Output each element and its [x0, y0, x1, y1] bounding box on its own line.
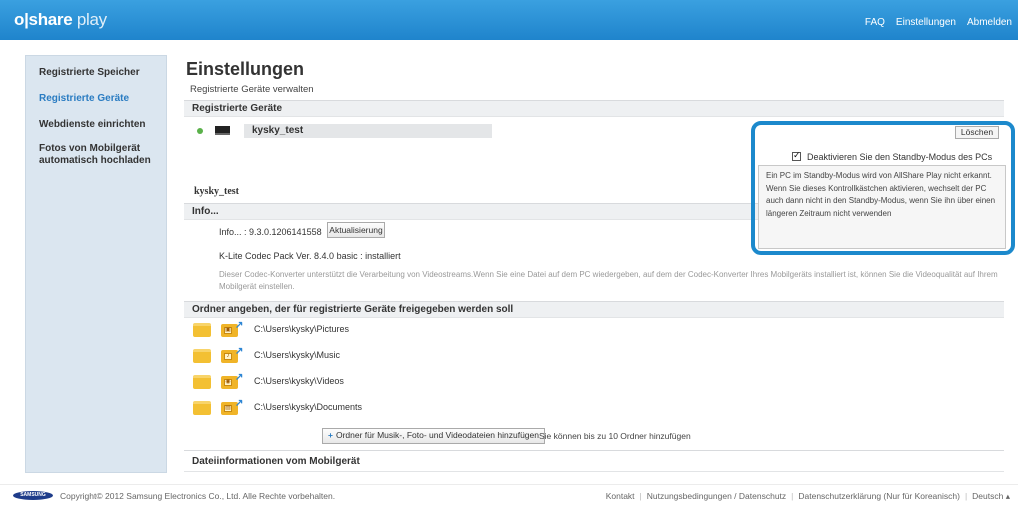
separator: |	[791, 491, 794, 501]
device-name-field[interactable]: kysky_test	[244, 124, 492, 138]
section-shared-folders: Ordner angeben, der für registrierte Ger…	[184, 301, 1004, 318]
top-bar: o|share play FAQ Einstellungen Abmelden	[0, 0, 1018, 40]
plus-icon: +	[328, 430, 333, 440]
device-heading: kysky_test	[194, 186, 240, 197]
sidebar-item-registered-storage[interactable]: Registrierte Speicher	[26, 67, 153, 79]
folder-row-documents[interactable]: ▤ ↗ C:\Users\kysky\Documents	[191, 398, 691, 417]
standby-checkbox[interactable]	[792, 150, 801, 161]
privacy-link[interactable]: Datenschutzerklärung (Nur für Koreanisch…	[798, 491, 960, 501]
folder-icon	[193, 401, 211, 415]
delete-button[interactable]: Löschen	[955, 126, 999, 139]
standby-tooltip: Ein PC im Standby-Modus wird von AllShar…	[758, 165, 1006, 249]
picture-folder-icon[interactable]: ▣ ↗	[221, 320, 243, 337]
folder-row-pictures[interactable]: ▣ ↗ C:\Users\kysky\Pictures	[191, 320, 691, 339]
page-title: Einstellungen	[186, 59, 305, 79]
allshare-play-logo[interactable]: o|share play	[14, 10, 107, 30]
terms-link[interactable]: Nutzungsbedingungen / Datenschutz	[647, 491, 786, 501]
folder-row-videos[interactable]: ◉ ↗ C:\Users\kysky\Videos	[191, 372, 691, 391]
folder-path: C:\Users\kysky\Pictures	[254, 324, 350, 334]
update-button[interactable]: Aktualisierung	[327, 222, 385, 238]
logo-main: o|share	[14, 10, 73, 29]
picture-badge-icon: ▣	[224, 327, 232, 334]
contact-link[interactable]: Kontakt	[606, 491, 635, 501]
add-folder-button[interactable]: + Ordner für Musik-, Foto- und Videodatei…	[322, 428, 545, 444]
sidebar-item-registered-devices[interactable]: Registrierte Geräte	[26, 93, 142, 105]
section-mobile-file-info[interactable]: Dateiinformationen vom Mobilgerät	[184, 450, 1004, 472]
samsung-logo: SAMSUNG	[13, 491, 53, 500]
document-folder-icon[interactable]: ▤ ↗	[221, 398, 243, 415]
folder-path: C:\Users\kysky\Videos	[254, 376, 344, 386]
folder-path: C:\Users\kysky\Documents	[254, 402, 363, 412]
folder-row-music[interactable]: ♪ ↗ C:\Users\kysky\Music	[191, 346, 691, 365]
online-status-icon	[197, 128, 203, 134]
standby-label: Deaktivieren Sie den Standby-Modus des P…	[807, 152, 993, 162]
video-badge-icon: ◉	[224, 379, 232, 386]
faq-link[interactable]: FAQ	[865, 17, 885, 28]
page-subtitle: Registrierte Geräte verwalten	[190, 84, 314, 95]
video-folder-icon[interactable]: ◉ ↗	[221, 372, 243, 389]
language-selector[interactable]: Deutsch	[972, 491, 1003, 501]
sidebar: Registrierte Speicher Registrierte Gerät…	[25, 55, 167, 473]
sync-arrow-icon: ↗	[235, 320, 244, 331]
top-navigation: FAQ Einstellungen Abmelden	[854, 17, 1012, 28]
separator: |	[964, 491, 968, 501]
music-badge-icon: ♪	[224, 353, 232, 360]
footer: SAMSUNG Copyright© 2012 Samsung Electron…	[0, 484, 1018, 505]
footer-links: Kontakt | Nutzungsbedingungen / Datenschut…	[606, 491, 1010, 502]
sidebar-item-web-services[interactable]: Webdienste einrichten	[26, 119, 159, 131]
folder-icon	[193, 323, 211, 337]
dropdown-arrow-icon[interactable]: ▴	[1003, 491, 1010, 501]
add-folder-note: Sie können bis zu 10 Ordner hinzufügen	[539, 431, 691, 441]
info-version: Info... : 9.3.0.1206141558	[219, 227, 322, 237]
sidebar-item-auto-upload[interactable]: Fotos von Mobilgerät automatisch hochlad…	[26, 143, 166, 167]
standby-option[interactable]: Deaktivieren Sie den Standby-Modus des P…	[792, 150, 993, 162]
folder-icon	[193, 349, 211, 363]
device-row[interactable]: kysky_test	[194, 124, 492, 138]
document-badge-icon: ▤	[224, 405, 232, 412]
logo-play: play	[72, 10, 107, 29]
laptop-icon	[215, 126, 230, 135]
sync-arrow-icon: ↗	[235, 372, 244, 383]
folder-path: C:\Users\kysky\Music	[254, 350, 341, 360]
logout-link[interactable]: Abmelden	[967, 17, 1012, 28]
sync-arrow-icon: ↗	[235, 346, 244, 357]
folder-icon	[193, 375, 211, 389]
codec-status: K-Lite Codec Pack Ver. 8.4.0 basic : ins…	[219, 251, 401, 261]
music-folder-icon[interactable]: ♪ ↗	[221, 346, 243, 363]
separator: |	[639, 491, 642, 501]
codec-description: Dieser Codec-Konverter unterstützt die V…	[219, 270, 998, 291]
section-registered-devices: Registrierte Geräte	[184, 100, 1004, 117]
sync-arrow-icon: ↗	[235, 398, 244, 409]
add-folder-label: Ordner für Musik-, Foto- und Videodateie…	[335, 430, 539, 440]
copyright-text: Copyright© 2012 Samsung Electronics Co.,…	[60, 491, 336, 501]
settings-link[interactable]: Einstellungen	[896, 17, 956, 28]
